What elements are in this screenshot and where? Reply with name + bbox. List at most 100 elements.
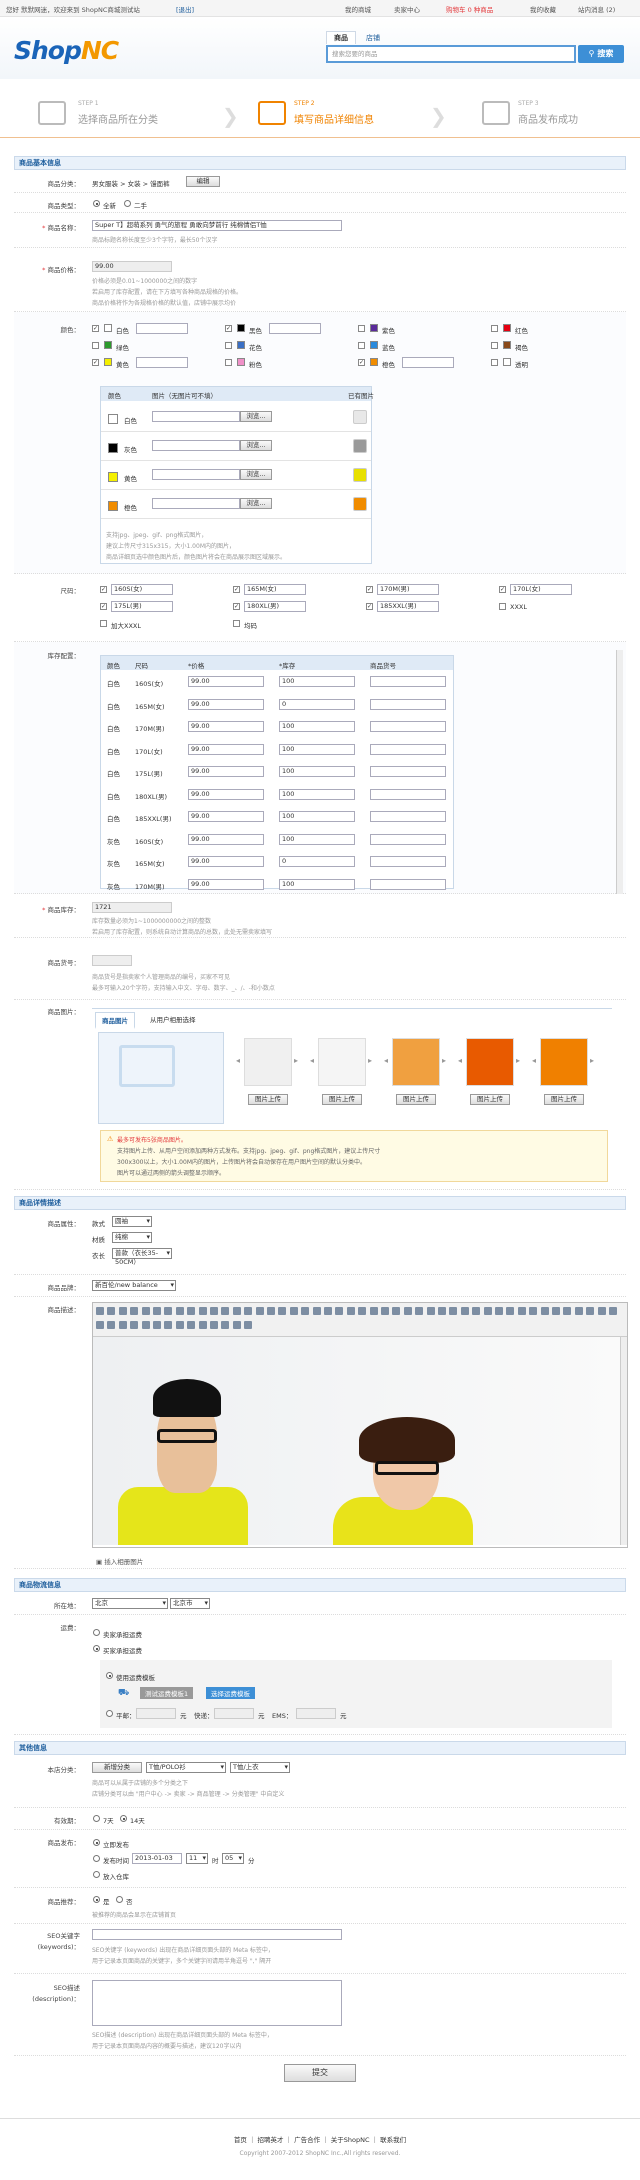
color-checkbox[interactable] [491,342,498,349]
stock-price-input[interactable]: 99.00 [188,833,264,845]
submit-button[interactable]: 提交 [284,2064,356,2082]
editor-tool-icon[interactable] [255,1307,264,1315]
editor-tool-icon[interactable] [210,1321,218,1329]
arrow-left-icon[interactable]: ◂ [236,1056,240,1065]
arrow-left-icon[interactable]: ◂ [384,1056,388,1065]
arrow-left-icon[interactable]: ◂ [532,1056,536,1065]
color-alias-input[interactable] [136,323,188,334]
stock-quantity-input[interactable]: 0 [279,856,355,867]
editor-tool-icon[interactable] [403,1307,412,1315]
stock-quantity-input[interactable]: 100 [279,743,355,755]
editor-tool-icon[interactable] [529,1307,538,1315]
type-new-radio[interactable] [93,200,100,207]
size-label[interactable]: 175L(男) [111,601,173,612]
size-label[interactable]: 185XXL(男) [377,601,439,612]
stock-sku-input[interactable] [370,743,446,755]
editor-tool-icon[interactable] [495,1307,503,1315]
publish-hour-select[interactable]: 11 [186,1853,208,1864]
editor-tool-icon[interactable] [369,1307,378,1315]
editor-tool-icon[interactable] [392,1307,401,1315]
tab-goods-images[interactable]: 商品图片 [95,1012,135,1029]
attribute-select[interactable]: 纯棉 [112,1232,152,1243]
stock-price-input[interactable]: 99.00 [188,743,264,755]
seo-keywords-input[interactable] [92,1929,342,1940]
product-thumbnail[interactable] [318,1038,366,1086]
product-thumbnail[interactable] [540,1038,588,1086]
color-checkbox[interactable] [358,325,365,332]
editor-tool-icon[interactable] [289,1307,298,1315]
stock-sku-input[interactable] [370,676,446,687]
valid-7-radio[interactable] [93,1815,100,1822]
search-button[interactable]: ⚲ 搜索 [578,45,624,63]
editor-tool-icon[interactable] [460,1307,469,1315]
color-image-file-input[interactable] [152,469,240,480]
editor-tool-icon[interactable] [609,1307,617,1315]
shopnc-logo[interactable]: ShopNC [14,36,119,65]
stock-price-input[interactable]: 99.00 [188,878,264,890]
color-checkbox[interactable] [225,342,232,349]
store-category-select-1[interactable]: T恤/POLO衫 [146,1762,226,1773]
editor-tool-icon[interactable] [164,1307,173,1315]
editor-tool-icon[interactable] [278,1307,287,1315]
stock-quantity-input[interactable]: 100 [279,811,355,822]
editor-tool-icon[interactable] [540,1307,549,1315]
seo-description-textarea[interactable] [92,1980,342,2026]
editor-tool-icon[interactable] [198,1307,207,1315]
editor-tool-icon[interactable] [426,1307,435,1315]
editor-tool-icon[interactable] [130,1321,139,1329]
editor-tool-icon[interactable] [118,1321,127,1329]
size-checkbox[interactable] [100,620,107,627]
seller-center-link[interactable]: 卖家中心 [394,4,420,14]
editor-tool-icon[interactable] [597,1307,606,1315]
size-checkbox[interactable]: ✓ [366,603,373,610]
total-stock-input[interactable]: 1721 [92,902,172,913]
city-select[interactable]: 北京市 [170,1598,210,1609]
editor-tool-icon[interactable] [130,1307,139,1315]
type-used-radio[interactable] [124,200,131,207]
stock-price-input[interactable]: 99.00 [188,788,264,800]
image-upload-button[interactable]: 图片上传 [544,1094,584,1105]
valid-14-radio[interactable] [120,1815,127,1822]
size-label[interactable]: 160S(女) [111,584,173,595]
attribute-select[interactable]: 普款（衣长35-50CM） [112,1248,172,1266]
stock-price-input[interactable]: 99.00 [188,698,264,710]
editor-tool-icon[interactable] [187,1321,196,1329]
recommend-yes-radio[interactable] [93,1896,100,1903]
stock-sku-input[interactable] [370,878,446,890]
editor-tool-icon[interactable] [141,1321,150,1329]
stock-price-input[interactable]: 99.00 [188,766,264,777]
stock-price-input[interactable]: 99.00 [188,721,264,732]
stock-quantity-input[interactable]: 100 [279,833,355,845]
editor-tool-icon[interactable] [449,1307,458,1315]
color-alias-input[interactable] [269,323,321,334]
image-upload-button[interactable]: 图片上传 [248,1094,288,1105]
publish-now-radio[interactable] [93,1839,100,1846]
editor-tool-icon[interactable] [312,1307,321,1315]
size-checkbox[interactable] [233,620,240,627]
editor-tool-icon[interactable] [267,1307,275,1315]
size-checkbox[interactable]: ✓ [233,603,240,610]
tab-goods[interactable]: 商品 [326,31,356,44]
editor-tool-icon[interactable] [517,1307,526,1315]
editor-tool-icon[interactable] [221,1307,230,1315]
stock-quantity-input[interactable]: 100 [279,766,355,777]
color-checkbox[interactable] [225,359,232,366]
my-mall-link[interactable]: 我的商城 [345,4,371,14]
stock-quantity-input[interactable]: 100 [279,878,355,890]
stock-sku-input[interactable] [370,788,446,800]
color-checkbox[interactable] [92,342,99,349]
search-input[interactable]: 搜索您要的商品 [326,45,576,63]
size-label[interactable]: 170M(男) [377,584,439,595]
size-checkbox[interactable]: ✓ [100,603,107,610]
editor-tool-icon[interactable] [506,1307,515,1315]
insert-album-image-link[interactable]: ▣ 插入相册图片 [96,1556,143,1566]
editor-tool-icon[interactable] [210,1307,218,1315]
stock-price-input[interactable]: 99.00 [188,811,264,822]
editor-tool-icon[interactable] [563,1307,572,1315]
buyer-pays-radio[interactable] [93,1645,100,1652]
favorites-link[interactable]: 我的收藏 [530,4,556,14]
image-upload-button[interactable]: 图片上传 [322,1094,362,1105]
color-checkbox[interactable]: ✓ [225,325,232,332]
express-fee-input[interactable] [214,1708,254,1719]
stock-price-input[interactable]: 99.00 [188,856,264,867]
